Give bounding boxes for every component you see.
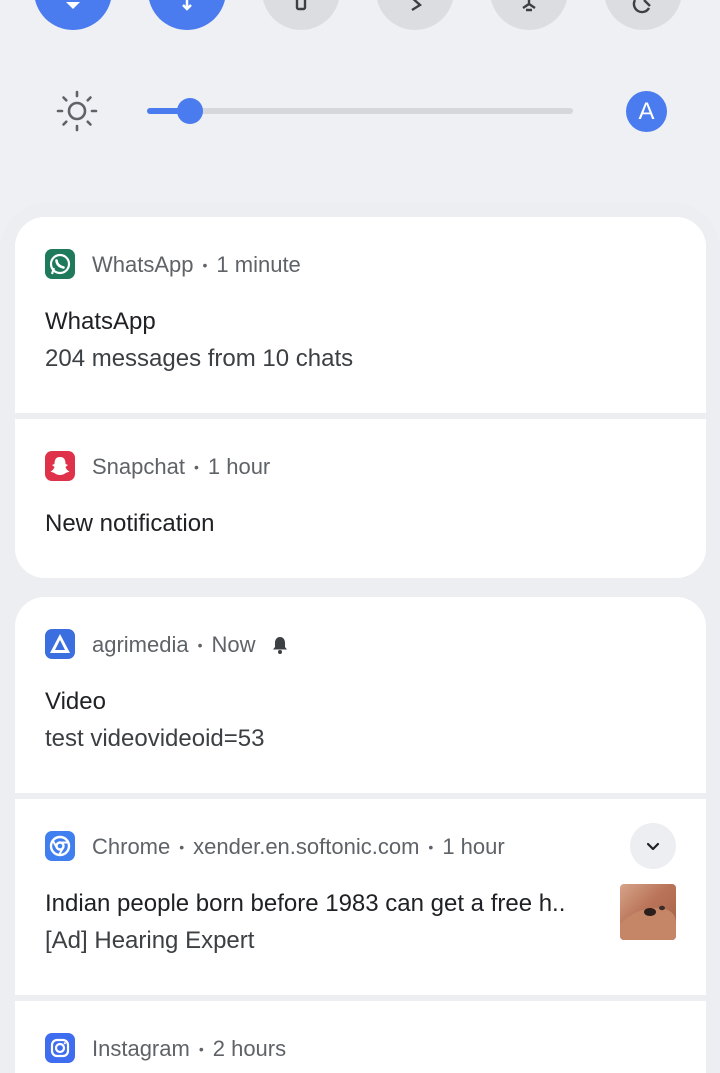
expand-button[interactable] [630, 823, 676, 869]
brightness-slider[interactable] [147, 98, 573, 124]
bluetooth-icon [182, 0, 192, 11]
wifi-tile[interactable] [34, 0, 112, 30]
brightness-row: A [0, 72, 720, 152]
whatsapp-icon [45, 249, 75, 279]
notification-body: [Ad] Hearing Expert [45, 927, 255, 954]
cast-tile[interactable] [376, 0, 454, 30]
notification-chrome[interactable]: Chrome • xender.en.softonic.com • 1 hour… [15, 799, 706, 995]
timestamp: 1 hour [207, 454, 271, 479]
notification-title: Indian people born before 1983 can get a… [45, 890, 566, 917]
timestamp: 2 hours [212, 1036, 287, 1061]
notification-header: WhatsApp • 1 minute [92, 252, 301, 277]
autorotate-tile[interactable] [604, 0, 682, 30]
app-name: agrimedia [92, 632, 189, 657]
chrome-icon [45, 831, 75, 861]
notification-header: Chrome • xender.en.softonic.com • 1 hour [92, 834, 505, 859]
notification-snapchat[interactable]: Snapchat • 1 hour New notification [15, 419, 706, 578]
flashlight-tile[interactable] [262, 0, 340, 30]
snapchat-icon [45, 451, 75, 481]
bluetooth-tile[interactable] [148, 0, 226, 30]
app-name: WhatsApp [92, 252, 194, 277]
notification-body: 204 messages from 10 chats [45, 345, 354, 372]
airplane-icon [522, 0, 536, 12]
notification-body: test videovideoid=53 [45, 725, 265, 752]
notification-agrimedia[interactable]: agrimedia • Now Video test videovideoid=… [15, 597, 706, 793]
flashlight-icon [295, 0, 307, 11]
notification-title: Video [45, 688, 106, 715]
avatar[interactable]: A [626, 91, 667, 132]
cast-icon [411, 0, 422, 12]
app-name: Instagram [92, 1036, 190, 1061]
notification-title: New notification [45, 510, 215, 537]
wifi-icon [66, 2, 80, 9]
notification-title: WhatsApp [45, 308, 156, 335]
chevron-down-icon [646, 842, 660, 851]
notification-group-conversations: WhatsApp • 1 minute WhatsApp 204 message… [15, 217, 706, 578]
timestamp: 1 hour [442, 834, 505, 859]
autorotate-icon [632, 0, 651, 14]
airplane-tile[interactable] [490, 0, 568, 30]
site-name: xender.en.softonic.com [193, 834, 420, 859]
sun-icon [56, 90, 98, 132]
notification-header: Instagram • 2 hours [92, 1036, 287, 1061]
notification-whatsapp[interactable]: WhatsApp • 1 minute WhatsApp 204 message… [15, 217, 706, 413]
agrimedia-icon [45, 629, 75, 659]
notification-thumbnail [620, 884, 676, 940]
notification-header: Snapchat • 1 hour [92, 454, 271, 479]
instagram-icon [45, 1033, 75, 1063]
notification-instagram[interactable]: Instagram • 2 hours [15, 1001, 706, 1073]
timestamp: 1 minute [216, 252, 301, 277]
quick-settings-tiles [0, 0, 720, 30]
brightness-slider-thumb[interactable] [177, 98, 203, 124]
timestamp: Now [211, 632, 256, 657]
notification-group-other: agrimedia • Now Video test videovideoid=… [15, 597, 706, 1073]
notification-header: agrimedia • Now [92, 632, 290, 658]
app-name: Chrome [92, 834, 171, 859]
bell-icon [272, 637, 287, 654]
app-name: Snapchat [92, 454, 185, 479]
